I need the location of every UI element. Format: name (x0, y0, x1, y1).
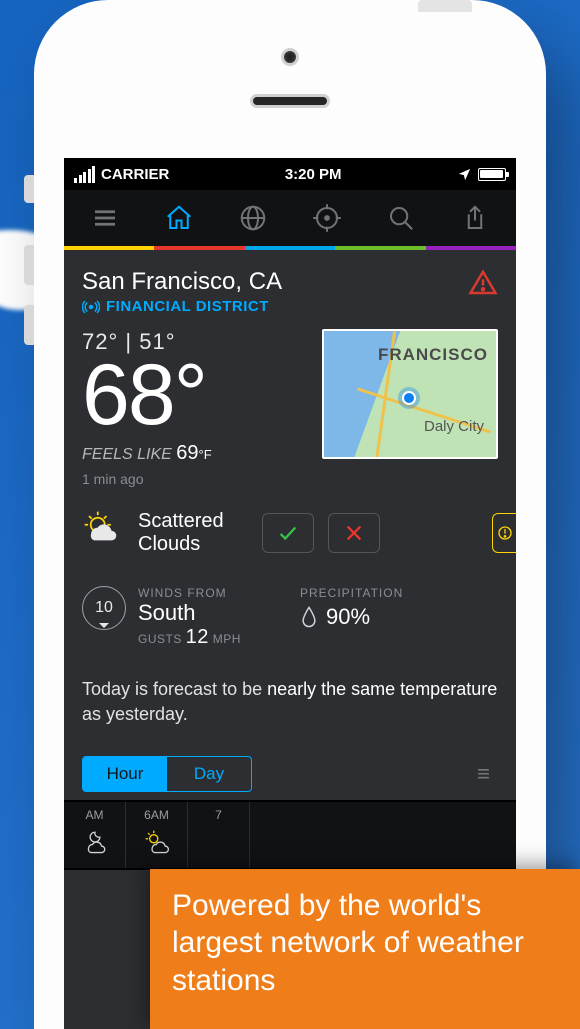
feels-like: FEELS LIKE 69°F (82, 442, 306, 465)
wind-gusts: GUSTS 12 MPH (138, 626, 241, 649)
location-title: San Francisco, CA (82, 268, 282, 296)
status-bar: CARRIER 3:20 PM (64, 158, 516, 190)
forecast-range-segmented[interactable]: Hour Day (82, 756, 252, 792)
battery-icon (478, 168, 506, 181)
wind-compass-icon: 10 (82, 586, 126, 630)
map-thumbnail[interactable]: FRANCISCO Daly City (322, 329, 498, 459)
check-icon (277, 522, 299, 544)
map-label: Daly City (424, 418, 484, 435)
x-icon (343, 522, 365, 544)
wind-direction: South (138, 600, 241, 626)
precip-label: PRECIPITATION (300, 586, 498, 600)
map-pin-icon (402, 391, 416, 405)
station-name: FINANCIAL DISTRICT (106, 298, 269, 315)
map-label: FRANCISCO (378, 345, 488, 365)
nav-bar (64, 190, 516, 246)
station-button[interactable]: FINANCIAL DISTRICT (82, 298, 282, 315)
report-hazard-button[interactable] (492, 513, 516, 553)
current-temp: 68° (82, 357, 306, 434)
hour-cell[interactable]: 6AM (126, 802, 188, 868)
nav-menu-button[interactable] (85, 198, 125, 238)
forecast-narrative: Today is forecast to be nearly the same … (82, 677, 498, 726)
promo-banner: Powered by the world's largest network o… (150, 869, 580, 1029)
phone-speaker (250, 94, 330, 108)
confirm-condition-button[interactable] (262, 513, 314, 553)
nav-share-button[interactable] (455, 198, 495, 238)
cloud-moon-icon (64, 828, 125, 856)
warning-icon (497, 522, 513, 544)
precip-value: 90% (326, 604, 370, 630)
location-arrow-icon (457, 167, 472, 182)
signal-icon (74, 166, 95, 183)
condition-text: Scattered Clouds (138, 510, 248, 556)
broadcast-icon (82, 300, 100, 314)
reject-condition-button[interactable] (328, 513, 380, 553)
nav-globe-button[interactable] (233, 198, 273, 238)
segment-hour[interactable]: Hour (83, 757, 167, 791)
updated-ago: 1 min ago (82, 471, 306, 487)
clock: 3:20 PM (285, 166, 342, 183)
hourly-strip[interactable]: AM 6AM 7 (64, 800, 516, 870)
phone-lock-button (418, 0, 472, 12)
phone-volume-down (24, 305, 34, 345)
nav-search-button[interactable] (381, 198, 421, 238)
phone-volume-up (24, 245, 34, 285)
nav-home-button[interactable] (159, 198, 199, 238)
hour-cell[interactable]: AM (64, 802, 126, 868)
hour-cell[interactable]: 7 (188, 802, 250, 868)
raindrop-icon (300, 606, 318, 628)
forecast-options-button[interactable]: ≡ (477, 761, 498, 787)
sun-cloud-icon (126, 828, 187, 856)
nav-locate-button[interactable] (307, 198, 347, 238)
wind-label: WINDS FROM (138, 586, 241, 600)
weather-alert-button[interactable] (468, 268, 498, 298)
condition-icon (82, 509, 124, 556)
phone-mute-switch (24, 175, 34, 203)
carrier-label: CARRIER (101, 166, 169, 183)
segment-day[interactable]: Day (167, 757, 251, 791)
phone-camera (281, 48, 299, 66)
